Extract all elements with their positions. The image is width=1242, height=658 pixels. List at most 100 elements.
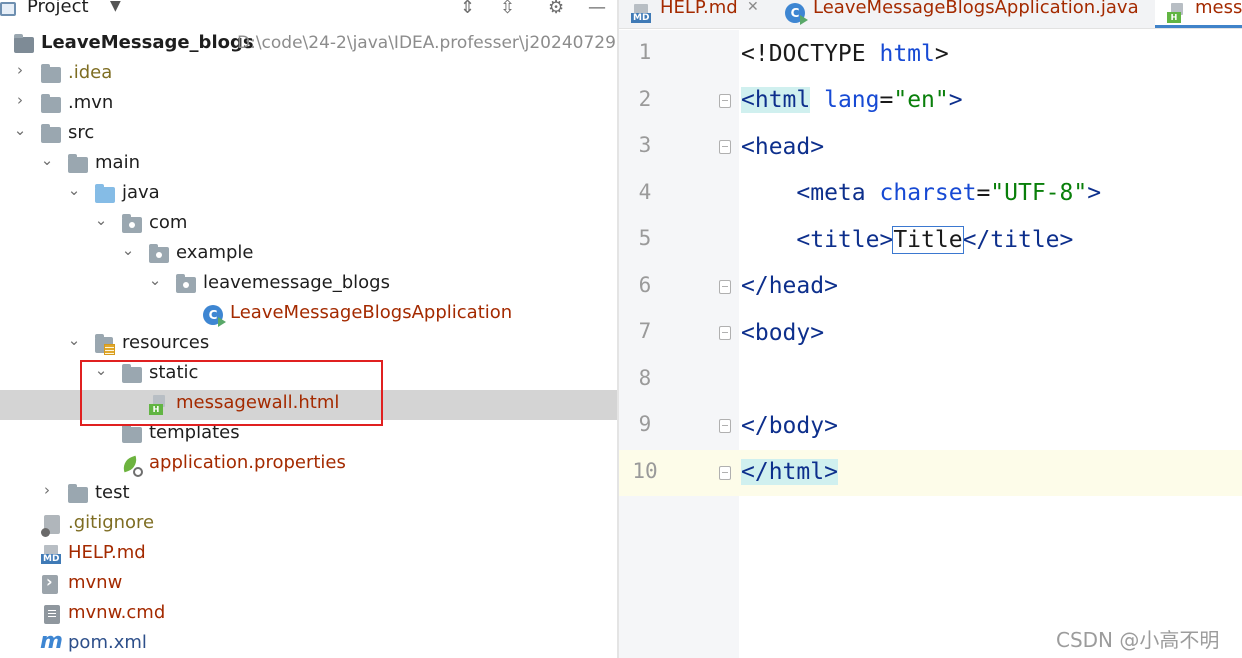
doctype-token: <!DOCTYPE [741, 41, 866, 67]
tree-label: leavemessage_blogs [203, 272, 390, 293]
current-line-highlight [619, 450, 1242, 496]
tree-node-java[interactable]: ⌄ java [0, 180, 617, 210]
code-line-4[interactable]: <meta charset="UTF-8"> [741, 170, 1101, 216]
text-file-icon [44, 605, 60, 624]
chevron-down-icon[interactable]: ⌄ [93, 211, 109, 229]
folder-icon [122, 424, 142, 443]
chevron-down-icon[interactable]: ⌄ [66, 181, 82, 199]
gitignore-file-icon [41, 515, 60, 537]
charset-value: "UTF-8" [990, 180, 1088, 206]
fold-marker-icon[interactable] [719, 419, 731, 433]
line-number: 1 [638, 40, 652, 64]
tab-label: HELP.md [660, 0, 738, 18]
project-panel-title[interactable]: Project [27, 0, 89, 17]
tree-node-package[interactable]: ⌄ leavemessage_blogs [0, 270, 617, 300]
tree-node-app-class[interactable]: C LeaveMessageBlogsApplication [0, 300, 617, 330]
close-icon[interactable]: ✕ [747, 0, 759, 15]
tree-label: java [122, 182, 160, 203]
chevron-right-icon[interactable]: › [12, 61, 28, 79]
root-label: LeaveMessage_blogs [41, 32, 254, 53]
tree-node-main[interactable]: ⌄ main [0, 150, 617, 180]
code-line-7[interactable]: <body> [741, 310, 824, 356]
doctype-close-token: > [934, 41, 949, 67]
tab-messagewall[interactable]: H messa [1155, 0, 1242, 28]
chevron-down-icon[interactable]: ▼ [110, 0, 121, 14]
package-icon [149, 244, 169, 263]
tree-label: com [149, 212, 188, 233]
equals-token: = [976, 180, 991, 206]
chevron-right-icon[interactable]: › [39, 481, 55, 499]
tree-label: HELP.md [68, 542, 146, 563]
body-close-tag: </body> [741, 413, 838, 439]
tree-label: main [95, 152, 140, 173]
tree-node-app-props[interactable]: application.properties [0, 450, 617, 480]
tree-node-gitignore[interactable]: .gitignore [0, 510, 617, 540]
expand-all-icon[interactable]: ⇕ [460, 0, 475, 18]
line-number: 4 [638, 180, 652, 204]
tree-node-pom[interactable]: m pom.xml [0, 629, 617, 658]
shell-script-icon [42, 572, 58, 594]
tree-node-src[interactable]: ⌄ src [0, 120, 617, 150]
fold-marker-icon[interactable] [719, 140, 731, 154]
code-line-2[interactable]: <html lang="en"> [741, 77, 963, 123]
tree-node-mvnw[interactable]: mvnw [0, 570, 617, 600]
chevron-down-icon[interactable]: ⌄ [39, 151, 55, 169]
project-icon [0, 2, 16, 16]
line-number: 9 [638, 412, 652, 436]
tree-node-help[interactable]: MD HELP.md [0, 540, 617, 570]
tree-node-root[interactable]: LeaveMessage_blogs D:\code\24-2\java\IDE… [0, 30, 617, 60]
markdown-file-icon: MD [41, 545, 62, 564]
tree-label: LeaveMessageBlogsApplication [230, 302, 513, 323]
chevron-right-icon[interactable]: › [12, 91, 28, 109]
chevron-down-icon[interactable]: ⌄ [120, 241, 136, 259]
fold-marker-icon[interactable] [719, 94, 731, 108]
red-highlight-annotation [80, 360, 383, 426]
fold-marker-icon[interactable] [719, 280, 731, 294]
tree-label: .mvn [68, 92, 114, 113]
code-editor[interactable]: MD HELP.md ✕ C LeaveMessageBlogsApplicat… [619, 0, 1242, 658]
project-tool-window: Project ▼ ⇕ ⇳ ⚙ — LeaveMessage_blogs D:\… [0, 0, 617, 658]
chevron-down-icon[interactable]: ⌄ [12, 121, 28, 139]
tag-close-token: > [1087, 180, 1102, 206]
code-line-3[interactable]: <head> [741, 124, 824, 170]
line-number: 2 [638, 87, 652, 111]
fold-marker-icon[interactable] [719, 466, 731, 480]
code-line-1[interactable]: <!DOCTYPE html> [741, 31, 949, 77]
root-path: D:\code\24-2\java\IDEA.professer\j202407… [237, 33, 616, 53]
folder-icon [68, 484, 88, 503]
html-file-icon: H [1167, 3, 1185, 23]
markdown-file-icon: MD [631, 4, 652, 23]
chevron-down-icon[interactable]: ⌄ [66, 331, 82, 349]
maven-icon: m [40, 629, 63, 654]
doctype-html-token: html [879, 41, 935, 67]
source-folder-icon [95, 184, 115, 203]
line-number: 3 [638, 133, 652, 157]
tree-node-mvnw-cmd[interactable]: mvnw.cmd [0, 600, 617, 630]
tree-label: example [176, 242, 254, 263]
head-open-tag: <head> [741, 134, 825, 160]
gear-icon[interactable]: ⚙ [548, 0, 564, 18]
code-line-10[interactable]: </html> [741, 449, 838, 495]
module-folder-icon [14, 34, 34, 53]
tree-node-mvn[interactable]: › .mvn [0, 90, 617, 120]
tree-label: mvnw.cmd [68, 602, 166, 623]
line-number: 5 [638, 226, 652, 250]
editor-tabs: MD HELP.md ✕ C LeaveMessageBlogsApplicat… [619, 0, 1242, 29]
tree-node-test[interactable]: › test [0, 480, 617, 510]
tree-node-com[interactable]: ⌄ com [0, 210, 617, 240]
tab-app-class[interactable]: C LeaveMessageBlogsApplication.java [779, 0, 1155, 28]
tree-node-resources[interactable]: ⌄ resources [0, 330, 617, 360]
code-line-5[interactable]: <title>Title</title> [741, 217, 1073, 263]
equals-token: = [879, 87, 894, 113]
tab-help-md[interactable]: MD HELP.md ✕ [619, 0, 779, 28]
fold-marker-icon[interactable] [719, 326, 731, 340]
minimize-icon[interactable]: — [588, 0, 606, 18]
tree-node-example[interactable]: ⌄ example [0, 240, 617, 270]
csdn-watermark: CSDN @小高不明 [1056, 628, 1220, 652]
tree-node-idea[interactable]: › .idea [0, 60, 617, 90]
tree-label: .idea [68, 62, 113, 83]
code-line-6[interactable]: </head> [741, 263, 838, 309]
collapse-all-icon[interactable]: ⇳ [500, 0, 515, 18]
code-line-9[interactable]: </body> [741, 403, 838, 449]
chevron-down-icon[interactable]: ⌄ [147, 271, 163, 289]
